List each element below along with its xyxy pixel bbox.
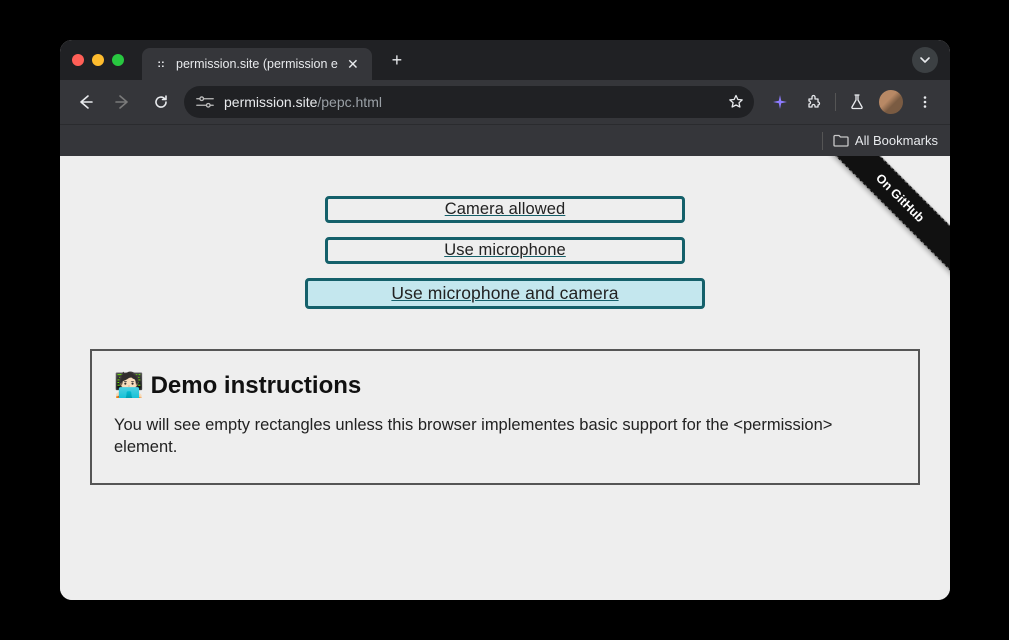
all-bookmarks-button[interactable]: All Bookmarks: [833, 133, 938, 148]
flask-icon: [849, 94, 865, 110]
demo-heading-text: Demo instructions: [151, 372, 362, 399]
profile-button[interactable]: [876, 87, 906, 117]
toolbar-separator: [835, 93, 836, 111]
extensions-button[interactable]: [799, 87, 829, 117]
browser-window: :: permission.site (permission e ✕ +: [60, 40, 950, 600]
site-info-button[interactable]: [194, 91, 216, 113]
demo-heading-emoji: 🧑🏻‍💻: [114, 372, 144, 399]
camera-permission-button[interactable]: Camera allowed: [325, 196, 685, 223]
star-icon: [728, 94, 744, 110]
toolbar: permission.site/pepc.html: [60, 80, 950, 124]
microphone-camera-permission-button[interactable]: Use microphone and camera: [305, 278, 705, 309]
url-text: permission.site/pepc.html: [224, 94, 720, 110]
bookmark-star-button[interactable]: [728, 94, 744, 110]
url-host: permission.site: [224, 94, 317, 110]
forward-button[interactable]: [108, 87, 138, 117]
menu-button[interactable]: [910, 87, 940, 117]
microphone-permission-button[interactable]: Use microphone: [325, 237, 685, 264]
tab-search-button[interactable]: [912, 47, 938, 73]
puzzle-icon: [806, 94, 822, 110]
reload-button[interactable]: [146, 87, 176, 117]
forward-arrow-icon: [114, 93, 132, 111]
bookmarks-bar: All Bookmarks: [60, 124, 950, 156]
window-controls: [72, 54, 124, 66]
toolbar-right: [765, 87, 940, 117]
demo-heading: 🧑🏻‍💻 Demo instructions: [114, 371, 896, 400]
gemini-button[interactable]: [765, 87, 795, 117]
all-bookmarks-label: All Bookmarks: [855, 133, 938, 148]
minimize-window-button[interactable]: [92, 54, 104, 66]
avatar-icon: [879, 90, 903, 114]
chevron-down-icon: [919, 54, 931, 66]
permission-buttons: Camera allowed Use microphone Use microp…: [60, 156, 950, 309]
close-window-button[interactable]: [72, 54, 84, 66]
labs-button[interactable]: [842, 87, 872, 117]
back-button[interactable]: [70, 87, 100, 117]
folder-icon: [833, 134, 849, 147]
tab-favicon: ::: [154, 57, 168, 71]
back-arrow-icon: [76, 93, 94, 111]
bookmarks-separator: [822, 132, 823, 150]
tune-icon: [196, 95, 214, 109]
fullscreen-window-button[interactable]: [112, 54, 124, 66]
new-tab-button[interactable]: +: [384, 47, 410, 73]
reload-icon: [153, 94, 169, 110]
tab-title: permission.site (permission e: [176, 57, 338, 71]
title-bar: :: permission.site (permission e ✕ +: [60, 40, 950, 80]
address-bar[interactable]: permission.site/pepc.html: [184, 86, 754, 118]
browser-tab[interactable]: :: permission.site (permission e ✕: [142, 48, 372, 80]
sparkle-icon: [772, 94, 788, 110]
tab-close-icon[interactable]: ✕: [346, 57, 360, 71]
demo-instructions-box: 🧑🏻‍💻 Demo instructions You will see empt…: [90, 349, 920, 485]
url-path: /pepc.html: [317, 94, 382, 110]
page-content: On GitHub Camera allowed Use microphone …: [60, 156, 950, 600]
kebab-icon: [918, 95, 932, 109]
demo-body-text: You will see empty rectangles unless thi…: [114, 414, 896, 459]
